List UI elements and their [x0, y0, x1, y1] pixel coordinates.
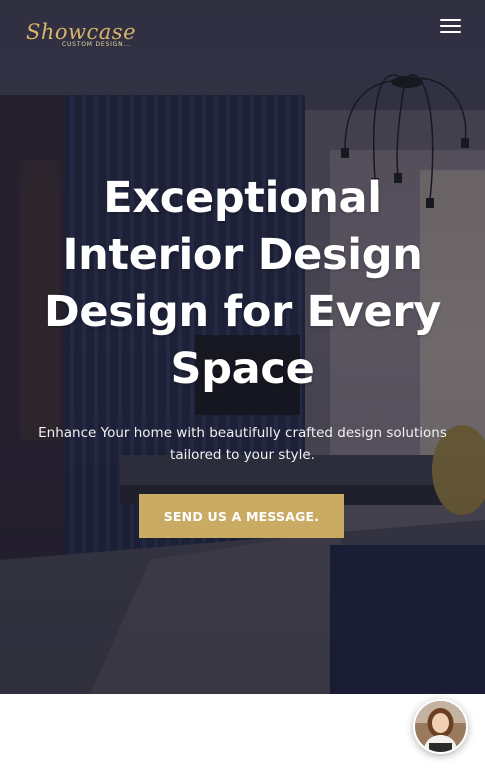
hero-section: Showcase CUSTOM DESIGN... Exceptional In…: [0, 0, 485, 694]
headline-line: Interior Design: [62, 230, 423, 280]
menu-bar: [440, 19, 461, 21]
logo-tagline: CUSTOM DESIGN...: [62, 41, 132, 48]
brand-logo[interactable]: Showcase CUSTOM DESIGN...: [26, 20, 166, 54]
send-message-button[interactable]: SEND US A MESSAGE.: [139, 494, 344, 538]
headline-line: Space: [170, 344, 315, 394]
menu-bar: [440, 31, 461, 33]
subtext-line: Enhance Your home with beautifully craft…: [38, 425, 447, 441]
chat-support-avatar[interactable]: [413, 699, 468, 754]
hero-subtext: Enhance Your home with beautifully craft…: [24, 422, 461, 466]
headline-line: Design for Every: [44, 287, 441, 337]
menu-bar: [440, 25, 461, 27]
headline-line: Exceptional: [103, 173, 382, 223]
hero-headline: Exceptional Interior Design Design for E…: [0, 170, 485, 398]
support-agent-avatar: [415, 701, 466, 752]
hamburger-menu-icon[interactable]: [440, 17, 462, 35]
subtext-line: tailored to your style.: [170, 447, 315, 463]
